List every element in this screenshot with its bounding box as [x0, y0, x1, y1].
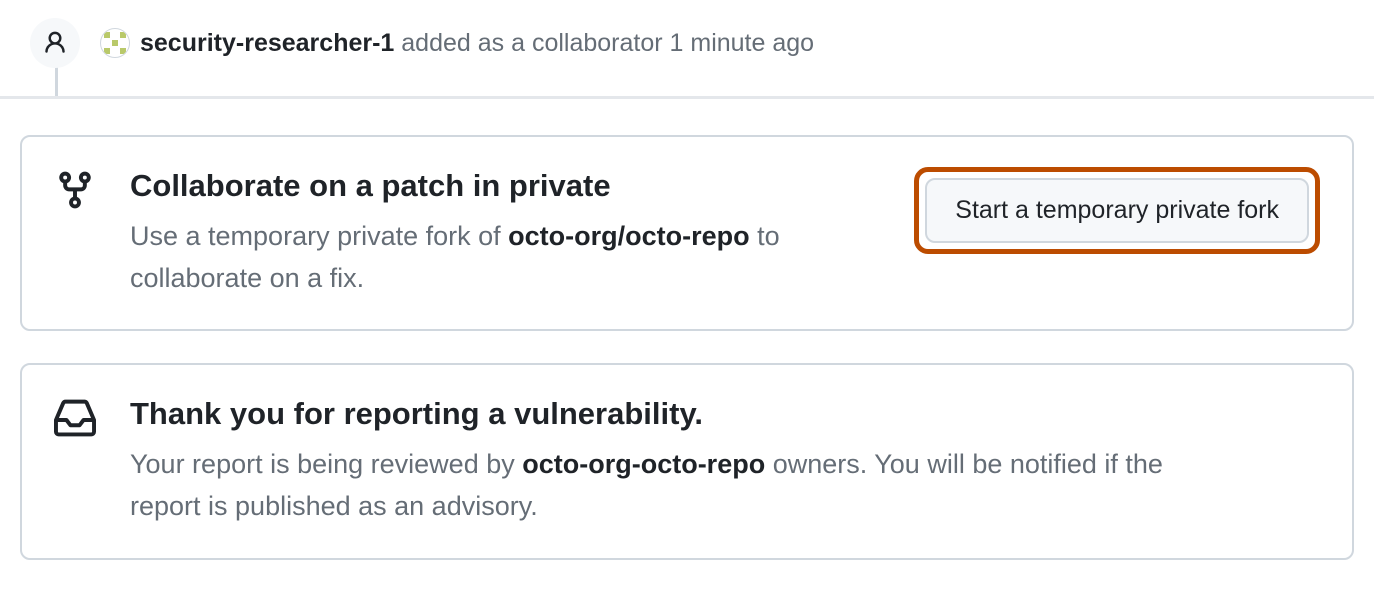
collaborate-card: Collaborate on a patch in private Use a … — [20, 135, 1354, 331]
collaborate-description: Use a temporary private fork of octo-org… — [130, 216, 886, 300]
inbox-icon — [54, 395, 102, 444]
timeline-timestamp: 1 minute ago — [670, 29, 815, 57]
repo-name: octo-org/octo-repo — [508, 221, 749, 251]
repo-owner-name: octo-org-octo-repo — [522, 449, 765, 479]
username-link[interactable]: security-researcher-1 — [140, 29, 394, 57]
timeline-badge — [30, 18, 80, 68]
thank-you-card: Thank you for reporting a vulnerability.… — [20, 363, 1354, 559]
annotation-highlight: Start a temporary private fork — [914, 167, 1320, 254]
timeline-event-text: security-researcher-1 added as a collabo… — [140, 29, 814, 58]
fork-icon — [54, 167, 102, 216]
thank-you-description: Your report is being reviewed by octo-or… — [130, 444, 1190, 528]
identicon-icon — [104, 32, 126, 54]
person-icon — [42, 30, 68, 56]
start-private-fork-button[interactable]: Start a temporary private fork — [925, 178, 1309, 243]
timeline-item: security-researcher-1 added as a collabo… — [0, 0, 1374, 96]
collaborate-title: Collaborate on a patch in private — [130, 167, 886, 206]
timeline-action: added as a collaborator — [394, 29, 669, 57]
avatar[interactable] — [100, 28, 130, 58]
thank-you-title: Thank you for reporting a vulnerability. — [130, 395, 1320, 434]
